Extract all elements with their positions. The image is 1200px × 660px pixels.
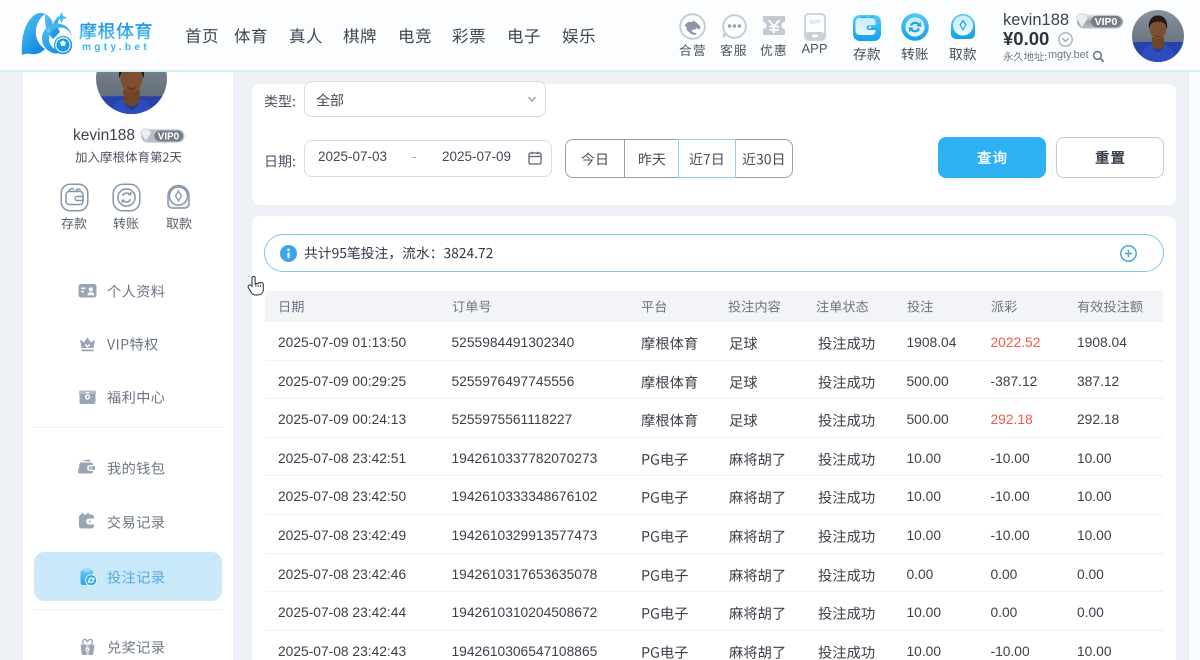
svg-text:APP: APP <box>809 20 821 26</box>
svg-text:VIP0: VIP0 <box>1095 16 1118 28</box>
svg-text:VIP0: VIP0 <box>158 131 180 142</box>
